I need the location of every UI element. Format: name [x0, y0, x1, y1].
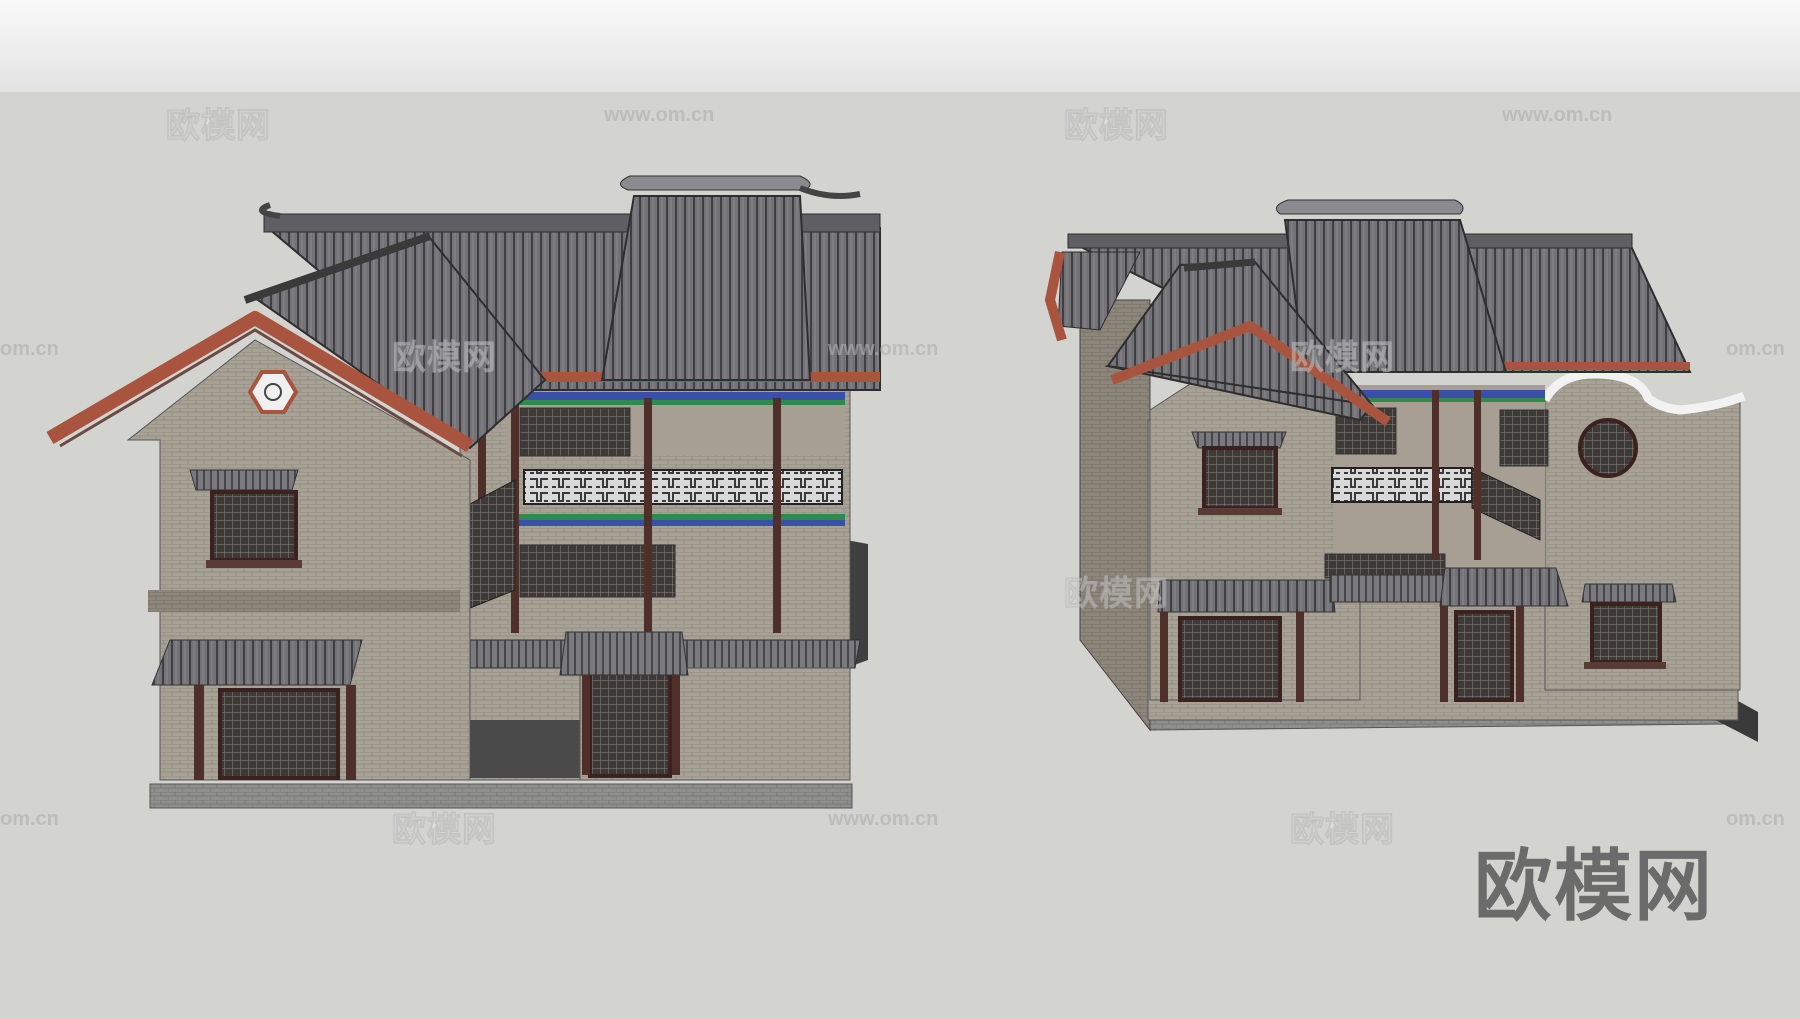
- right-door-left: [1178, 616, 1282, 702]
- right-porch-roof-left: [1157, 579, 1336, 613]
- left-paving: [149, 783, 853, 809]
- right-balustrade: [1331, 467, 1473, 503]
- left-center-roof: [600, 195, 812, 381]
- right-door-center: [1454, 610, 1514, 702]
- right-round-window-icon: [1578, 418, 1638, 478]
- left-upper-window: [210, 490, 298, 562]
- left-courtyard-door: [588, 670, 672, 778]
- right-lower-window: [1590, 602, 1662, 664]
- left-building: [46, 175, 881, 809]
- left-gable-vent-icon: [247, 370, 299, 414]
- right-upper-window: [1202, 446, 1278, 510]
- right-building: [1044, 199, 1758, 742]
- left-front-porch-roof: [151, 639, 363, 686]
- brand-logo: 欧模网: [1474, 842, 1715, 932]
- left-balustrade: [523, 469, 843, 505]
- right-porch-roof-center: [1439, 567, 1569, 607]
- left-front-door: [218, 688, 340, 780]
